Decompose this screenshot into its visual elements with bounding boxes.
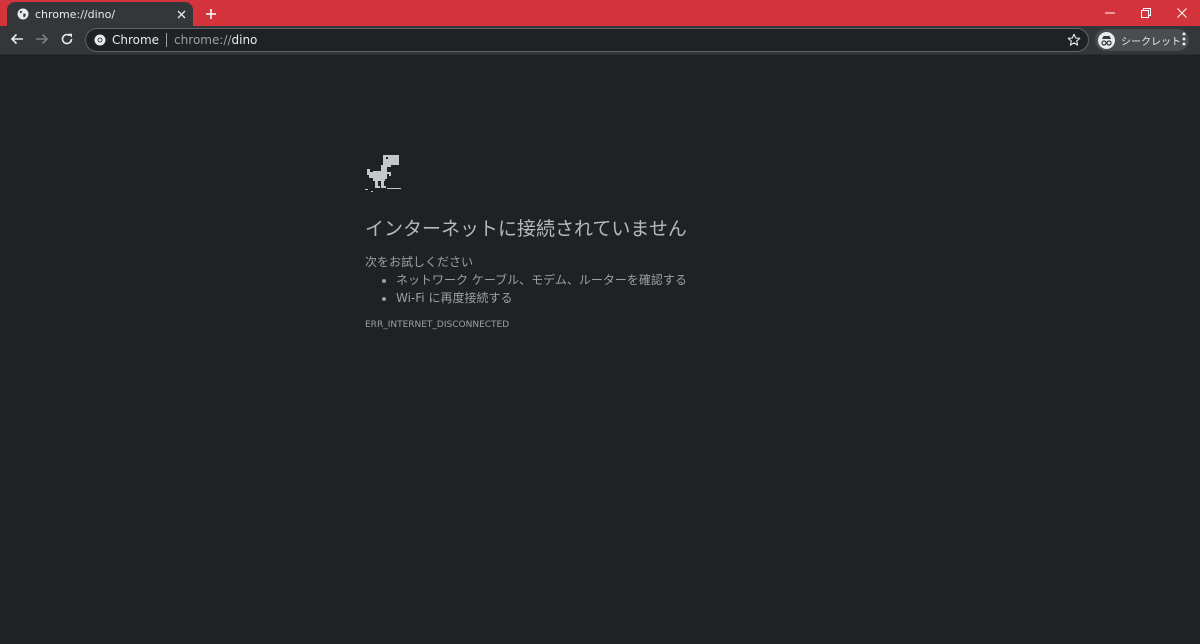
- list-item: Wi-Fi に再度接続する: [396, 289, 687, 307]
- menu-button[interactable]: [1174, 30, 1194, 50]
- suggestions-list: ネットワーク ケーブル、モデム、ルーターを確認する Wi-Fi に再度接続する: [365, 271, 687, 307]
- minimize-button[interactable]: [1092, 0, 1128, 24]
- chrome-icon: [94, 34, 106, 46]
- arrow-left-icon: [10, 31, 24, 50]
- plus-icon: [205, 5, 217, 24]
- arrow-right-icon: [35, 31, 49, 50]
- error-code: ERR_INTERNET_DISCONNECTED: [365, 320, 510, 330]
- restore-button[interactable]: [1128, 0, 1164, 24]
- new-tab-button[interactable]: [201, 4, 221, 24]
- tab-title: chrome://dino/: [35, 7, 116, 21]
- forward-button[interactable]: [32, 30, 52, 50]
- reload-icon: [60, 31, 74, 50]
- suggestions-heading: 次をお試しください: [365, 255, 474, 269]
- back-button[interactable]: [7, 30, 27, 50]
- star-icon[interactable]: [1066, 32, 1082, 48]
- site-name: Chrome: [112, 33, 160, 47]
- reload-button[interactable]: [57, 30, 77, 50]
- url-scheme: chrome://: [174, 33, 232, 47]
- page-title: インターネットに接続されていません: [365, 218, 687, 240]
- list-item: ネットワーク ケーブル、モデム、ルーターを確認する: [396, 271, 687, 289]
- page-content: インターネットに接続されていません 次をお試しください ネットワーク ケーブル、…: [0, 55, 1200, 644]
- incognito-label: シークレット: [1121, 36, 1181, 48]
- window-close-button[interactable]: [1164, 0, 1200, 24]
- restore-icon: [1141, 3, 1151, 22]
- minimize-icon: [1105, 3, 1115, 22]
- title-bar: chrome://dino/: [0, 0, 1200, 26]
- toolbar: Chrome chrome:// dino シークレット: [0, 26, 1200, 55]
- close-icon: [1177, 3, 1187, 22]
- address-bar[interactable]: Chrome chrome:// dino: [85, 28, 1089, 52]
- globe-icon: [17, 8, 29, 20]
- dino-icon[interactable]: [365, 155, 401, 193]
- close-icon[interactable]: [173, 6, 189, 22]
- kebab-menu-icon: [1182, 31, 1186, 50]
- tab-active[interactable]: chrome://dino/: [7, 2, 193, 26]
- url-host: dino: [231, 33, 258, 47]
- incognito-icon: [1098, 31, 1115, 49]
- omnibox-divider: [166, 33, 168, 47]
